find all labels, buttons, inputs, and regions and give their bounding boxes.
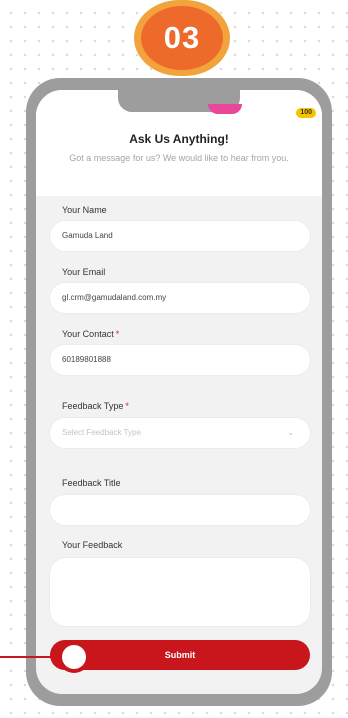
pointer-line (0, 656, 52, 658)
name-label: Your Name (62, 205, 107, 215)
required-asterisk: * (125, 401, 129, 411)
feedback-title-label: Feedback Title (62, 478, 121, 488)
page-subtitle: Got a message for us? We would like to h… (69, 153, 289, 163)
contact-label: Your Contact * (62, 329, 120, 339)
feedback-type-select[interactable]: Select Feedback Type ⌄ (50, 418, 310, 448)
points-badge: 100 (296, 108, 316, 118)
contact-field[interactable]: 60189801888 (50, 345, 310, 375)
email-field[interactable]: gl.crm@gamudaland.com.my (50, 283, 310, 313)
phone-screen: 100 Ask Us Anything! Got a message for u… (36, 90, 322, 694)
required-asterisk: * (115, 329, 120, 339)
decorative-pink-shape (208, 104, 242, 114)
phone-frame: 100 Ask Us Anything! Got a message for u… (26, 78, 332, 706)
step-badge: 03 (134, 0, 230, 76)
name-field[interactable]: Gamuda Land (50, 221, 310, 251)
feedback-type-placeholder: Select Feedback Type (62, 428, 142, 437)
step-number: 03 (141, 6, 223, 70)
your-feedback-label: Your Feedback (62, 540, 123, 550)
chevron-down-icon: ⌄ (287, 428, 294, 437)
feedback-title-field[interactable] (50, 495, 310, 525)
feedback-type-label: Feedback Type * (62, 401, 129, 411)
your-feedback-textarea[interactable] (50, 558, 310, 626)
submit-button[interactable]: Submit (50, 640, 310, 670)
email-label: Your Email (62, 267, 106, 277)
page-title: Ask Us Anything! (129, 132, 229, 146)
tap-indicator-icon (62, 645, 86, 669)
